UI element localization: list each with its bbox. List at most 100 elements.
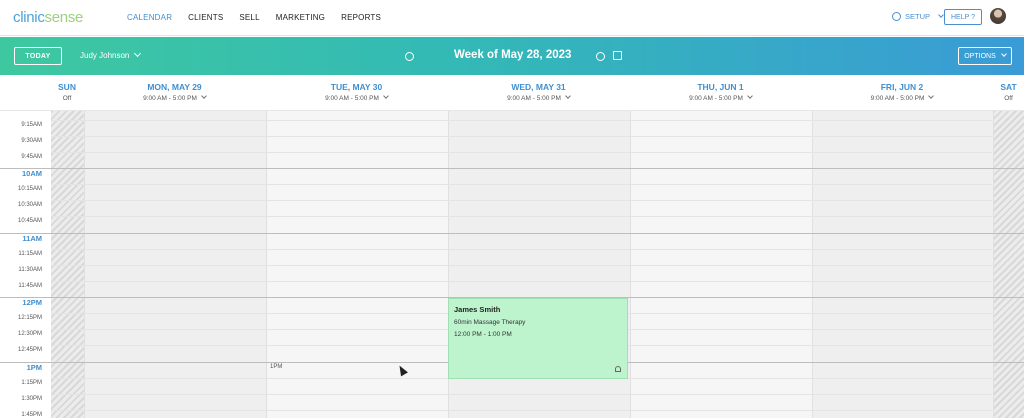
time-gutter: 9:15AM 9:30AM 9:45AM 10AM 10:15AM 10:30A…	[0, 111, 51, 418]
calendar-grid: 9:15AM 9:30AM 9:45AM 10AM 10:15AM 10:30A…	[0, 111, 1024, 418]
chevron-down-icon	[938, 11, 944, 18]
today-button[interactable]: TODAY	[14, 47, 62, 65]
day-hours-select[interactable]: 9:00 AM - 5:00 PM	[630, 93, 811, 102]
chevron-down-icon	[747, 93, 753, 99]
time-label-hour: 12PM	[22, 298, 42, 307]
options-label: OPTIONS	[964, 52, 996, 60]
day-hours: 9:00 AM - 5:00 PM	[870, 95, 925, 102]
time-label: 10:15AM	[17, 186, 42, 192]
time-label-hour: 11AM	[22, 234, 42, 243]
day-column-sat	[993, 111, 1024, 418]
day-name: WED, MAY 31	[511, 82, 566, 92]
chevron-down-icon	[383, 93, 389, 99]
day-name: FRI, JUN 2	[880, 82, 924, 92]
time-label: 12:45PM	[17, 347, 42, 353]
day-header-mon[interactable]: MON, MAY 29 9:00 AM - 5:00 PM	[84, 82, 265, 102]
day-hours-select[interactable]: 9:00 AM - 5:00 PM	[84, 93, 265, 102]
day-hours: Off	[62, 95, 72, 102]
bell-icon	[615, 366, 621, 372]
time-label: 1:30PM	[21, 396, 42, 402]
time-label: 11:15AM	[18, 251, 42, 257]
day-name: MON, MAY 29	[147, 82, 202, 92]
chevron-down-icon	[201, 93, 207, 99]
day-name: SAT	[1000, 82, 1017, 92]
appointment-card[interactable]: James Smith 60min Massage Therapy 12:00 …	[448, 298, 628, 379]
slot-line	[51, 216, 992, 217]
logo-text-part1: clinic	[13, 9, 45, 26]
time-label: 11:45AM	[18, 283, 42, 289]
time-label: 9:45AM	[21, 154, 42, 160]
chevron-down-icon	[134, 49, 142, 58]
nav-reports[interactable]: REPORTS	[341, 13, 381, 22]
slot-line	[51, 265, 992, 266]
day-hours: Off	[1004, 95, 1013, 102]
options-button[interactable]: OPTIONS	[958, 47, 1012, 65]
day-hours: 9:00 AM - 5:00 PM	[143, 95, 197, 102]
day-name: THU, JUN 1	[697, 82, 744, 92]
day-hours: 9:00 AM - 5:00 PM	[507, 95, 561, 102]
gear-icon	[892, 12, 901, 21]
main-nav-links: CALENDAR CLIENTS SELL MARKETING REPORTS	[127, 13, 397, 22]
time-label-hour: 10AM	[21, 169, 42, 178]
hover-time-label: 1PM	[270, 364, 283, 370]
day-name: TUE, MAY 30	[330, 82, 383, 92]
previous-week-icon[interactable]	[405, 52, 414, 61]
setup-label: SETUP	[905, 12, 931, 21]
day-hours: 9:00 AM - 5:00 PM	[325, 95, 379, 102]
day-hours-select[interactable]: 9:00 AM - 5:00 PM	[448, 93, 629, 102]
time-label-hour: 1PM	[26, 363, 42, 372]
time-label: 1:15PM	[21, 380, 42, 386]
day-header-tue[interactable]: TUE, MAY 30 9:00 AM - 5:00 PM	[266, 82, 447, 102]
calendar-toolbar: TODAY Judy Johnson Week of May 28, 2023 …	[0, 37, 1024, 75]
appointment-time: 12:00 PM - 1:00 PM	[454, 331, 512, 338]
slot-line	[51, 249, 992, 250]
help-button[interactable]: HELP ?	[944, 9, 982, 25]
nav-marketing[interactable]: MARKETING	[276, 13, 325, 22]
appointment-service: 60min Massage Therapy	[454, 319, 526, 326]
day-hours: 9:00 AM - 5:00 PM	[689, 95, 743, 102]
time-label: 12:30PM	[17, 331, 42, 337]
chevron-down-icon	[565, 93, 571, 99]
time-label: 10:30AM	[17, 202, 42, 208]
slot-line	[51, 394, 992, 395]
nav-calendar[interactable]: CALENDAR	[127, 13, 172, 22]
day-header-fri[interactable]: FRI, JUN 2 9:00 AM - 5:00 PM	[812, 82, 992, 102]
day-hours-select[interactable]: 9:00 AM - 5:00 PM	[812, 93, 992, 102]
time-label: 10:45AM	[17, 218, 42, 224]
provider-name: Judy Johnson	[80, 51, 130, 60]
nav-sell[interactable]: SELL	[239, 13, 259, 22]
day-header-wed[interactable]: WED, MAY 31 9:00 AM - 5:00 PM	[448, 82, 629, 102]
slot-line	[51, 410, 992, 411]
day-hours-select[interactable]: 9:00 AM - 5:00 PM	[266, 93, 447, 102]
time-label: 12:15PM	[17, 315, 42, 321]
day-name: SUN	[58, 82, 76, 92]
slot-line	[51, 184, 992, 185]
nav-clients[interactable]: CLIENTS	[188, 13, 223, 22]
time-label: 1:45PM	[21, 412, 42, 418]
time-label: 9:15AM	[21, 122, 42, 128]
slot-line	[51, 120, 992, 121]
day-header-sat[interactable]: SAT Off	[993, 82, 1024, 102]
week-title: Week of May 28, 2023	[454, 49, 572, 61]
day-header-thu[interactable]: THU, JUN 1 9:00 AM - 5:00 PM	[630, 82, 811, 102]
logo-text-part2: sense	[44, 9, 84, 26]
provider-select[interactable]: Judy Johnson	[80, 49, 142, 60]
top-navigation: clinicsense CALENDAR CLIENTS SELL MARKET…	[0, 0, 1024, 36]
chevron-down-icon	[928, 93, 935, 99]
setup-menu[interactable]: SETUP	[892, 11, 944, 21]
column-divider	[993, 111, 994, 418]
day-headers: SUN Off MON, MAY 29 9:00 AM - 5:00 PM TU…	[0, 75, 1024, 111]
clock-icon[interactable]	[596, 52, 605, 61]
day-header-sun[interactable]: SUN Off	[51, 82, 83, 102]
chevron-down-icon	[1000, 51, 1007, 57]
slot-line	[51, 281, 992, 282]
user-avatar[interactable]	[990, 8, 1006, 24]
hour-line	[0, 168, 1024, 169]
slot-line	[51, 200, 992, 201]
clinicsense-logo[interactable]: clinicsense	[13, 9, 83, 26]
calendar-picker-icon[interactable]	[613, 51, 622, 60]
appointment-client: James Smith	[454, 305, 501, 314]
time-label: 11:30AM	[18, 267, 42, 273]
slot-line	[51, 136, 992, 137]
hour-line	[0, 233, 1024, 234]
